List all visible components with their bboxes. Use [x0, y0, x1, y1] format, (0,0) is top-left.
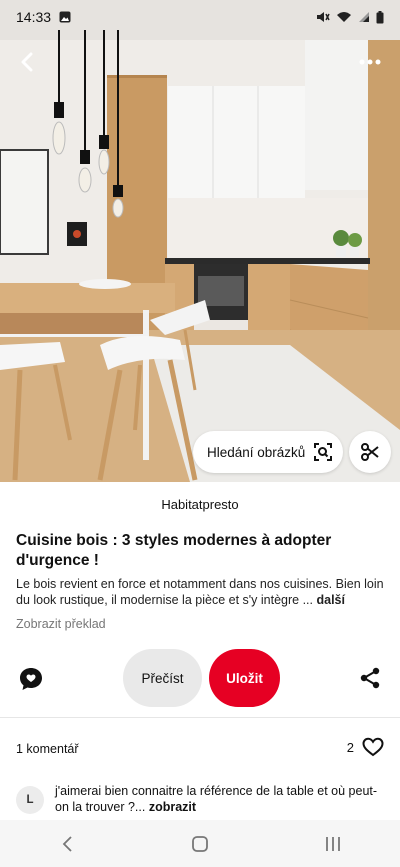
- scissors-icon: [361, 443, 379, 461]
- nav-recents-icon: [326, 836, 341, 851]
- status-time: 14:33: [16, 9, 52, 25]
- image-notification-icon: [59, 11, 71, 23]
- mute-icon: [316, 11, 330, 23]
- lens-search-icon: [314, 443, 332, 461]
- more-options-button[interactable]: [352, 44, 388, 80]
- pin-image[interactable]: Hledání obrázků: [0, 0, 400, 482]
- save-button[interactable]: Uložit: [209, 649, 280, 707]
- comment-body: j'aimerai bien connaitre la référence de…: [55, 784, 378, 814]
- status-bar: 14:33: [0, 0, 400, 34]
- system-navigation-bar: [0, 820, 400, 867]
- comments-count[interactable]: 1 komentář: [16, 742, 79, 756]
- comment-item: L j'aimerai bien connaitre la référence …: [16, 783, 386, 815]
- translate-link[interactable]: Zobrazit překlad: [16, 617, 106, 631]
- more-horizontal-icon: [359, 59, 381, 65]
- likes-count: 2: [346, 739, 354, 755]
- read-button[interactable]: Přečíst: [123, 649, 202, 707]
- section-divider: [0, 717, 400, 718]
- description-more-link[interactable]: další: [316, 593, 345, 607]
- share-icon: [360, 667, 380, 689]
- comment-bubble-icon: [20, 668, 42, 690]
- share-button[interactable]: [358, 666, 384, 692]
- visual-search-label: Hledání obrázků: [207, 444, 306, 460]
- battery-icon: [376, 10, 384, 24]
- comment-show-more-link[interactable]: zobrazit: [149, 800, 196, 814]
- pin-actions: Přečíst Uložit: [0, 648, 400, 708]
- comment-button[interactable]: [18, 666, 44, 692]
- system-home-button[interactable]: [170, 824, 230, 864]
- chevron-left-icon: [21, 52, 33, 72]
- nav-back-icon: [62, 835, 72, 852]
- heart-icon[interactable]: [362, 737, 384, 757]
- crop-scissors-button[interactable]: [349, 431, 391, 473]
- system-back-button[interactable]: [37, 824, 97, 864]
- back-button[interactable]: [10, 44, 46, 80]
- pin-description: Le bois revient en force et notamment da…: [16, 576, 386, 608]
- visual-search-button[interactable]: Hledání obrázků: [193, 431, 343, 473]
- pin-title: Cuisine bois : 3 styles modernes à adopt…: [16, 532, 332, 569]
- system-recents-button[interactable]: [303, 824, 363, 864]
- avatar[interactable]: L: [16, 786, 44, 814]
- likes-section: 2: [347, 737, 384, 757]
- signal-icon: [358, 11, 370, 23]
- comment-text: j'aimerai bien connaitre la référence de…: [55, 783, 386, 815]
- wifi-icon: [336, 11, 352, 23]
- nav-home-icon: [192, 835, 208, 852]
- kitchen-photo: [0, 0, 400, 482]
- pin-source[interactable]: Habitatpresto: [0, 497, 400, 512]
